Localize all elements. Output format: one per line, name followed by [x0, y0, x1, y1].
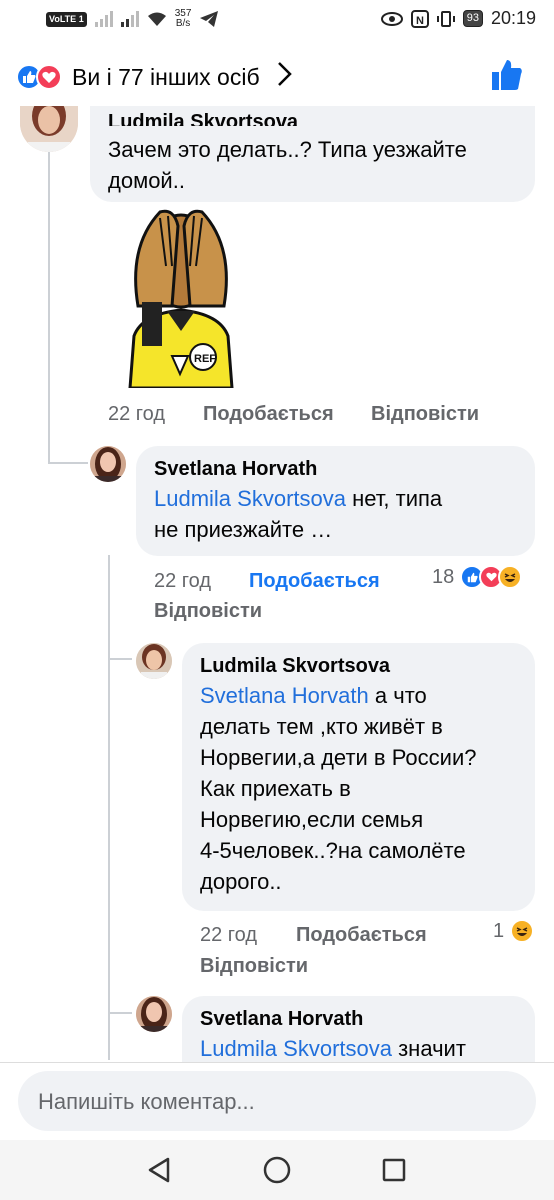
- comment-text: Ludmila Skvortsova значит: [200, 1033, 517, 1064]
- battery-indicator: 93: [462, 10, 483, 27]
- reaction-count-value: 1: [493, 919, 505, 942]
- reply-link[interactable]: Відповісти: [200, 955, 308, 978]
- comment-text-line: 4-5человек..?на самолёте: [200, 838, 466, 863]
- sim-label: 1: [78, 13, 84, 24]
- comment-text: Svetlana Horvath а что делать тем ,кто ж…: [200, 680, 517, 897]
- signal-icon-2: [120, 11, 139, 27]
- back-button[interactable]: [144, 1154, 176, 1186]
- comment-author[interactable]: Svetlana Horvath: [154, 458, 517, 481]
- volte-indicator: VoLTE 1: [46, 11, 87, 27]
- eye-icon: [380, 11, 403, 26]
- thumbs-up-icon: [492, 60, 522, 90]
- thread-connector: [48, 462, 88, 464]
- like-link[interactable]: Подобається: [296, 924, 427, 947]
- avatar[interactable]: [136, 996, 172, 1032]
- mention-link[interactable]: Ludmila Skvortsova: [154, 486, 346, 511]
- like-link[interactable]: Подобається: [249, 570, 380, 593]
- chevron-right-icon[interactable]: [276, 60, 294, 95]
- reaction-count[interactable]: 1: [493, 919, 535, 943]
- comment-bubble: Ludmila Skvortsova Svetlana Horvath а чт…: [182, 643, 535, 911]
- speed-unit: B/s: [175, 18, 191, 29]
- comment-text-line: Норвегии,а дети в России?: [200, 745, 477, 770]
- home-circle-icon: [263, 1156, 291, 1184]
- comment-bubble: Svetlana Horvath Ludmila Skvortsova нет,…: [136, 446, 535, 556]
- haha-reaction-icon: [510, 919, 535, 943]
- mention-link[interactable]: Svetlana Horvath: [200, 683, 369, 708]
- thread-line: [48, 150, 50, 462]
- comment-time[interactable]: 22 год: [200, 924, 257, 947]
- thread-line-2: [108, 555, 110, 1060]
- like-button[interactable]: [490, 58, 524, 92]
- comment-text-fragment: а что: [368, 683, 427, 708]
- comment-text-line: Норвегию,если семья: [200, 807, 424, 832]
- reply-link[interactable]: Відповісти: [371, 403, 479, 426]
- comment-text-fragment: значит: [391, 1036, 466, 1061]
- avatar[interactable]: [90, 446, 126, 482]
- reaction-count[interactable]: 18: [432, 565, 523, 589]
- recents-button[interactable]: [378, 1154, 410, 1186]
- comment-text: Зачем это делать..? Типа уезжайте домой.…: [108, 134, 467, 196]
- reactions-header[interactable]: Ви і 77 інших осіб: [0, 42, 554, 106]
- network-speed: 357 B/s: [175, 9, 192, 29]
- comment-text: Ludmila Skvortsova нет, типа не приезжай…: [154, 483, 517, 545]
- nfc-icon: N: [410, 9, 429, 28]
- vibrate-icon: [436, 10, 455, 27]
- comment-text-line: Svetlana Horvath а что: [200, 680, 517, 711]
- volte-label: VoLTE: [49, 13, 77, 24]
- status-right: N 93 20:19: [380, 8, 536, 29]
- comment-text-line: Ludmila Skvortsova значит: [200, 1033, 517, 1064]
- recents-square-icon: [382, 1158, 406, 1182]
- love-reaction-icon: [36, 64, 62, 90]
- comment-time[interactable]: 22 год: [154, 570, 211, 593]
- telegram-icon: [200, 11, 219, 27]
- back-triangle-icon: [148, 1157, 170, 1183]
- avatar[interactable]: [20, 106, 78, 152]
- comment-text-fragment: нет, типа: [345, 486, 443, 511]
- system-nav-bar: [0, 1140, 554, 1200]
- status-bar: VoLTE 1 357 B/s N 93 20:19: [0, 0, 554, 42]
- home-button[interactable]: [261, 1154, 293, 1186]
- comment-text-line: не приезжайте …: [154, 517, 333, 542]
- comment-author[interactable]: Ludmila Skvortsova: [200, 655, 517, 678]
- reactions-summary[interactable]: Ви і 77 інших осіб: [72, 64, 260, 91]
- haha-reaction-icon: [498, 565, 523, 589]
- comment-input[interactable]: Напишіть коментар...: [18, 1071, 536, 1131]
- comment-composer-bar: Напишіть коментар...: [0, 1062, 554, 1140]
- reaction-icons: [16, 64, 62, 90]
- thread-connector-3: [108, 1012, 132, 1014]
- comment-text-line: Ludmila Skvortsova нет, типа: [154, 483, 517, 514]
- wifi-icon: [147, 12, 166, 26]
- reply-link[interactable]: Відповісти: [154, 600, 262, 623]
- svg-text:N: N: [416, 15, 424, 27]
- sticker-label: REF: [194, 353, 216, 365]
- sticker-image[interactable]: REF: [122, 206, 240, 390]
- comment-text-line: делать тем ,кто живёт в: [200, 714, 443, 739]
- avatar[interactable]: [136, 643, 172, 679]
- status-left: VoLTE 1 357 B/s: [46, 9, 219, 29]
- like-link[interactable]: Подобається: [203, 403, 334, 426]
- comment-author[interactable]: Svetlana Horvath: [200, 1008, 517, 1031]
- reaction-count-value: 18: [432, 565, 455, 588]
- comment-bubble: Ludmila Skvortsova Зачем это делать..? Т…: [90, 92, 535, 202]
- signal-icon: [94, 11, 113, 27]
- clock: 20:19: [490, 8, 536, 28]
- thread-connector-2: [108, 658, 132, 660]
- comment-text-line: дорого..: [200, 869, 282, 894]
- comment-text-line: Как приехать в: [200, 776, 351, 801]
- comment-text-line: домой..: [108, 168, 185, 193]
- comment-text-line: Зачем это делать..? Типа уезжайте: [108, 137, 467, 162]
- comment-time[interactable]: 22 год: [108, 403, 165, 426]
- mention-link[interactable]: Ludmila Skvortsova: [200, 1036, 392, 1061]
